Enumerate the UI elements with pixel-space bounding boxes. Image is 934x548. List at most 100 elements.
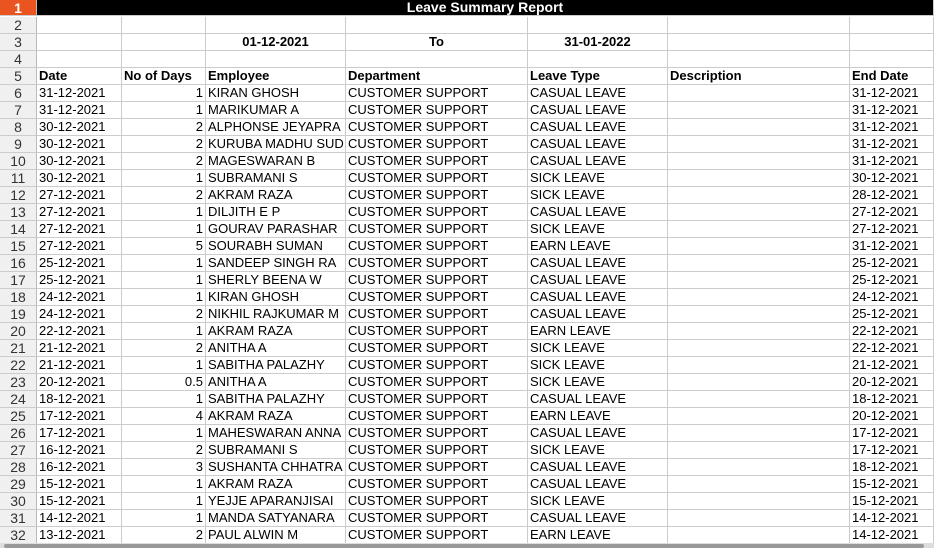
cell[interactable]: 22-12-2021 <box>850 340 934 357</box>
cell[interactable]: CUSTOMER SUPPORT <box>346 170 528 187</box>
cell[interactable]: CASUAL LEAVE <box>528 476 668 493</box>
from-date-cell[interactable]: 01-12-2021 <box>206 34 346 51</box>
cell[interactable] <box>122 51 206 68</box>
cell[interactable]: 3 <box>122 459 206 476</box>
to-date-cell[interactable]: 31-01-2022 <box>528 34 668 51</box>
cell[interactable]: AKRAM RAZA <box>206 187 346 204</box>
row-header[interactable]: 7 <box>0 102 37 119</box>
cell[interactable]: EARN LEAVE <box>528 408 668 425</box>
cell[interactable]: SICK LEAVE <box>528 221 668 238</box>
cell[interactable]: SICK LEAVE <box>528 340 668 357</box>
cell[interactable]: CASUAL LEAVE <box>528 459 668 476</box>
cell[interactable]: 21-12-2021 <box>850 357 934 374</box>
row-header[interactable]: 12 <box>0 187 37 204</box>
cell[interactable]: CUSTOMER SUPPORT <box>346 527 528 544</box>
cell[interactable]: 15-12-2021 <box>850 493 934 510</box>
cell[interactable]: 31-12-2021 <box>850 85 934 102</box>
cell[interactable] <box>668 391 850 408</box>
cell[interactable]: CUSTOMER SUPPORT <box>346 442 528 459</box>
cell[interactable]: CASUAL LEAVE <box>528 289 668 306</box>
cell[interactable] <box>206 17 346 34</box>
cell[interactable]: 14-12-2021 <box>37 510 122 527</box>
cell[interactable]: SUBRAMANI S <box>206 442 346 459</box>
header-cell[interactable]: Employee <box>206 68 346 85</box>
cell[interactable] <box>122 17 206 34</box>
cell[interactable]: CUSTOMER SUPPORT <box>346 204 528 221</box>
cell[interactable] <box>850 51 934 68</box>
cell[interactable]: 1 <box>122 391 206 408</box>
cell[interactable]: CASUAL LEAVE <box>528 204 668 221</box>
row-header[interactable]: 3 <box>0 34 37 51</box>
cell[interactable]: 1 <box>122 221 206 238</box>
cell[interactable]: 2 <box>122 340 206 357</box>
cell[interactable]: MANDA SATYANARA <box>206 510 346 527</box>
cell[interactable]: SICK LEAVE <box>528 493 668 510</box>
row-header[interactable]: 29 <box>0 476 37 493</box>
cell[interactable]: CASUAL LEAVE <box>528 85 668 102</box>
cell[interactable]: CUSTOMER SUPPORT <box>346 323 528 340</box>
row-header[interactable]: 21 <box>0 340 37 357</box>
cell[interactable]: KIRAN GHOSH <box>206 289 346 306</box>
cell[interactable]: MAHESWARAN ANNA <box>206 425 346 442</box>
row-header[interactable]: 9 <box>0 136 37 153</box>
cell[interactable]: CASUAL LEAVE <box>528 153 668 170</box>
cell[interactable] <box>37 17 122 34</box>
cell[interactable]: 22-12-2021 <box>850 323 934 340</box>
cell[interactable] <box>668 289 850 306</box>
cell[interactable]: SUBRAMANI S <box>206 170 346 187</box>
row-header[interactable]: 4 <box>0 51 37 68</box>
cell[interactable]: 20-12-2021 <box>37 374 122 391</box>
cell[interactable]: 14-12-2021 <box>850 527 934 544</box>
cell[interactable]: SICK LEAVE <box>528 442 668 459</box>
cell[interactable] <box>528 51 668 68</box>
cell[interactable]: AKRAM RAZA <box>206 323 346 340</box>
cell[interactable]: SUSHANTA CHHATRA <box>206 459 346 476</box>
report-title[interactable]: Leave Summary Report <box>37 0 934 16</box>
cell[interactable]: 18-12-2021 <box>37 391 122 408</box>
cell[interactable]: SABITHA PALAZHY <box>206 391 346 408</box>
cell[interactable]: 27-12-2021 <box>37 238 122 255</box>
cell[interactable]: 28-12-2021 <box>850 187 934 204</box>
cell[interactable]: EARN LEAVE <box>528 527 668 544</box>
cell[interactable]: 2 <box>122 527 206 544</box>
cell[interactable]: SABITHA PALAZHY <box>206 357 346 374</box>
row-header[interactable]: 13 <box>0 204 37 221</box>
cell[interactable] <box>37 34 122 51</box>
spreadsheet-grid[interactable]: 1 Leave Summary Report 2 3 01-12-2021 To… <box>0 0 934 544</box>
cell[interactable]: 15-12-2021 <box>37 476 122 493</box>
cell[interactable] <box>668 323 850 340</box>
cell[interactable] <box>668 153 850 170</box>
row-header[interactable]: 25 <box>0 408 37 425</box>
cell[interactable]: 21-12-2021 <box>37 357 122 374</box>
cell[interactable]: 30-12-2021 <box>37 119 122 136</box>
cell[interactable] <box>668 187 850 204</box>
cell[interactable]: 1 <box>122 357 206 374</box>
cell[interactable]: 25-12-2021 <box>850 255 934 272</box>
cell[interactable]: 31-12-2021 <box>850 238 934 255</box>
cell[interactable]: PAUL ALWIN M <box>206 527 346 544</box>
header-cell[interactable]: End Date <box>850 68 934 85</box>
row-header[interactable]: 19 <box>0 306 37 323</box>
cell[interactable]: 31-12-2021 <box>37 85 122 102</box>
cell[interactable] <box>346 51 528 68</box>
cell[interactable]: 1 <box>122 323 206 340</box>
row-header[interactable]: 15 <box>0 238 37 255</box>
cell[interactable] <box>668 272 850 289</box>
cell[interactable]: 2 <box>122 153 206 170</box>
cell[interactable]: CUSTOMER SUPPORT <box>346 136 528 153</box>
cell[interactable]: CUSTOMER SUPPORT <box>346 340 528 357</box>
cell[interactable]: 16-12-2021 <box>37 442 122 459</box>
cell[interactable]: SHERLY BEENA W <box>206 272 346 289</box>
cell[interactable]: 20-12-2021 <box>850 408 934 425</box>
cell[interactable]: 2 <box>122 187 206 204</box>
cell[interactable]: KURUBA MADHU SUD <box>206 136 346 153</box>
row-header[interactable]: 28 <box>0 459 37 476</box>
cell[interactable]: 17-12-2021 <box>37 408 122 425</box>
row-header[interactable]: 8 <box>0 119 37 136</box>
cell[interactable]: 18-12-2021 <box>850 391 934 408</box>
cell[interactable]: SICK LEAVE <box>528 357 668 374</box>
cell[interactable]: SOURABH SUMAN <box>206 238 346 255</box>
cell[interactable] <box>346 17 528 34</box>
scrollbar-thumb[interactable] <box>4 544 924 548</box>
cell[interactable]: 2 <box>122 136 206 153</box>
